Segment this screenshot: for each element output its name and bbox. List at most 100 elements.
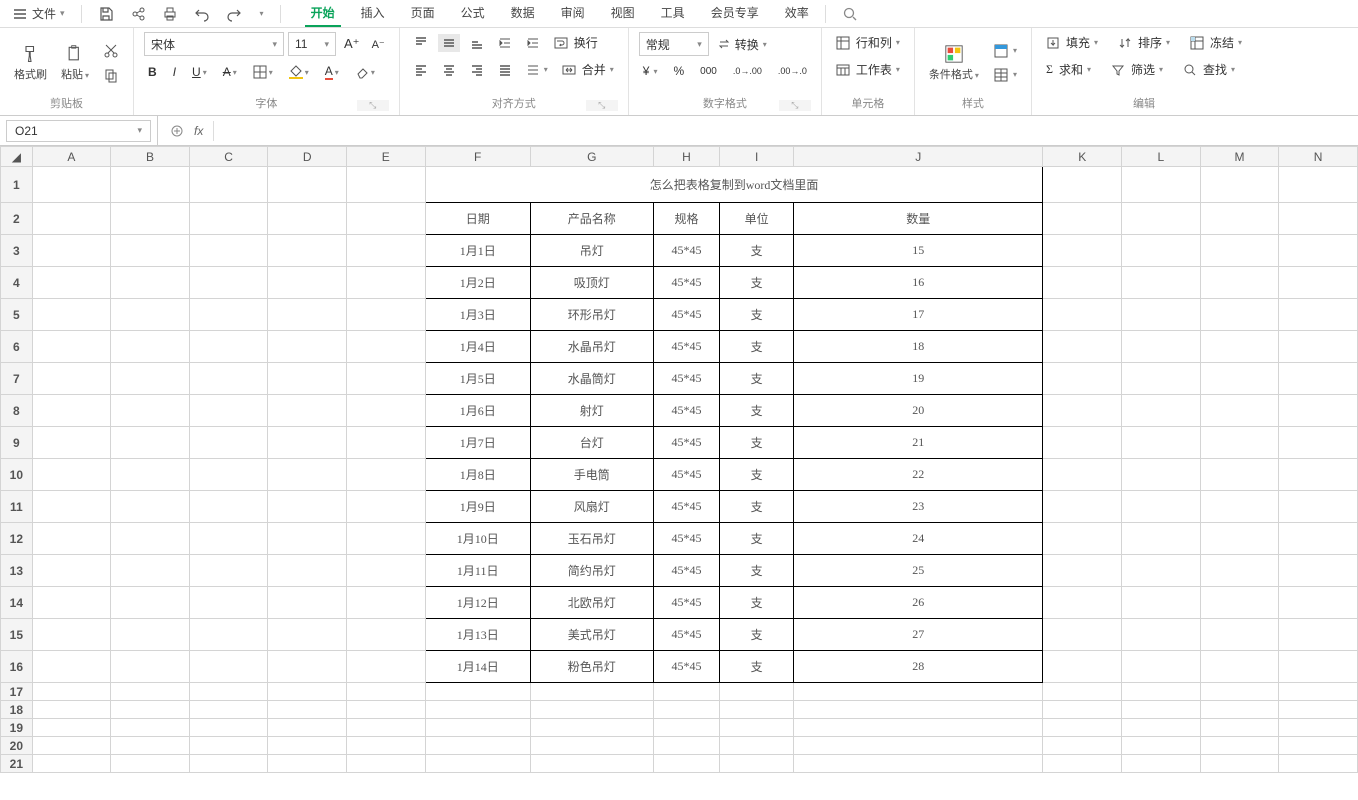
data-cell[interactable]: 支: [720, 651, 794, 683]
empty-cell[interactable]: [32, 523, 111, 555]
search-button[interactable]: [836, 3, 864, 25]
data-cell[interactable]: 19: [794, 363, 1043, 395]
empty-cell[interactable]: [1200, 683, 1279, 701]
empty-cell[interactable]: [111, 267, 190, 299]
row-header[interactable]: 9: [1, 427, 33, 459]
data-cell[interactable]: 手电筒: [530, 459, 653, 491]
empty-cell[interactable]: [189, 203, 268, 235]
data-cell[interactable]: 45*45: [653, 363, 719, 395]
row-header[interactable]: 1: [1, 167, 33, 203]
align-center-button[interactable]: [438, 61, 460, 79]
empty-cell[interactable]: [346, 395, 425, 427]
row-header[interactable]: 15: [1, 619, 33, 651]
empty-cell[interactable]: [1200, 203, 1279, 235]
expand-fx-icon[interactable]: [170, 124, 184, 138]
dec-decimal-button[interactable]: .00→.0: [774, 64, 811, 78]
empty-cell[interactable]: [32, 619, 111, 651]
empty-cell[interactable]: [189, 363, 268, 395]
empty-cell[interactable]: [1122, 719, 1201, 737]
col-header[interactable]: H: [653, 147, 719, 167]
align-right-button[interactable]: [466, 61, 488, 79]
empty-cell[interactable]: [653, 755, 719, 773]
empty-cell[interactable]: [1122, 235, 1201, 267]
underline-button[interactable]: U▾: [188, 63, 211, 81]
number-format-select[interactable]: 常规▾: [639, 32, 709, 56]
italic-button[interactable]: I: [169, 63, 180, 81]
data-cell[interactable]: 45*45: [653, 459, 719, 491]
empty-cell[interactable]: [1279, 299, 1358, 331]
col-header[interactable]: D: [268, 147, 347, 167]
empty-cell[interactable]: [425, 737, 530, 755]
empty-cell[interactable]: [1200, 755, 1279, 773]
empty-cell[interactable]: [1200, 523, 1279, 555]
col-header[interactable]: L: [1122, 147, 1201, 167]
empty-cell[interactable]: [1043, 651, 1122, 683]
row-header[interactable]: 11: [1, 491, 33, 523]
formula-input[interactable]: [213, 121, 1346, 141]
empty-cell[interactable]: [32, 267, 111, 299]
empty-cell[interactable]: [1279, 331, 1358, 363]
data-cell[interactable]: 1月12日: [425, 587, 530, 619]
empty-cell[interactable]: [1122, 701, 1201, 719]
row-header[interactable]: 7: [1, 363, 33, 395]
empty-cell[interactable]: [1122, 619, 1201, 651]
empty-cell[interactable]: [268, 427, 347, 459]
empty-cell[interactable]: [1122, 363, 1201, 395]
empty-cell[interactable]: [530, 737, 653, 755]
row-header[interactable]: 4: [1, 267, 33, 299]
header-cell[interactable]: 数量: [794, 203, 1043, 235]
empty-cell[interactable]: [794, 683, 1043, 701]
convert-button[interactable]: 转换: [713, 34, 771, 55]
col-header[interactable]: E: [346, 147, 425, 167]
empty-cell[interactable]: [653, 683, 719, 701]
col-header[interactable]: B: [111, 147, 190, 167]
empty-cell[interactable]: [189, 555, 268, 587]
empty-cell[interactable]: [1122, 587, 1201, 619]
empty-cell[interactable]: [111, 523, 190, 555]
data-cell[interactable]: 支: [720, 395, 794, 427]
empty-cell[interactable]: [111, 619, 190, 651]
data-cell[interactable]: 45*45: [653, 331, 719, 363]
empty-cell[interactable]: [346, 683, 425, 701]
empty-cell[interactable]: [530, 719, 653, 737]
empty-cell[interactable]: [1200, 491, 1279, 523]
empty-cell[interactable]: [1279, 491, 1358, 523]
empty-cell[interactable]: [720, 701, 794, 719]
empty-cell[interactable]: [268, 299, 347, 331]
empty-cell[interactable]: [720, 719, 794, 737]
empty-cell[interactable]: [32, 459, 111, 491]
row-header[interactable]: 18: [1, 701, 33, 719]
data-cell[interactable]: 25: [794, 555, 1043, 587]
empty-cell[interactable]: [653, 737, 719, 755]
copy-button[interactable]: [99, 65, 123, 85]
font-size-select[interactable]: 11▾: [288, 32, 336, 56]
empty-cell[interactable]: [111, 719, 190, 737]
empty-cell[interactable]: [268, 235, 347, 267]
tab-view[interactable]: 视图: [605, 0, 641, 27]
empty-cell[interactable]: [32, 555, 111, 587]
empty-cell[interactable]: [268, 701, 347, 719]
row-header[interactable]: 16: [1, 651, 33, 683]
empty-cell[interactable]: [111, 683, 190, 701]
col-header[interactable]: A: [32, 147, 111, 167]
currency-button[interactable]: ¥: [639, 62, 662, 80]
empty-cell[interactable]: [32, 167, 111, 203]
empty-cell[interactable]: [111, 331, 190, 363]
find-button[interactable]: 查找: [1179, 59, 1239, 80]
empty-cell[interactable]: [1279, 755, 1358, 773]
empty-cell[interactable]: [530, 755, 653, 773]
data-cell[interactable]: 支: [720, 363, 794, 395]
empty-cell[interactable]: [1200, 331, 1279, 363]
data-cell[interactable]: 1月4日: [425, 331, 530, 363]
col-header[interactable]: I: [720, 147, 794, 167]
empty-cell[interactable]: [1122, 427, 1201, 459]
header-cell[interactable]: 单位: [720, 203, 794, 235]
data-cell[interactable]: 简约吊灯: [530, 555, 653, 587]
tab-review[interactable]: 审阅: [555, 0, 591, 27]
header-cell[interactable]: 日期: [425, 203, 530, 235]
empty-cell[interactable]: [1279, 523, 1358, 555]
percent-button[interactable]: %: [669, 62, 688, 80]
align-left-button[interactable]: [410, 61, 432, 79]
empty-cell[interactable]: [1200, 395, 1279, 427]
empty-cell[interactable]: [1122, 491, 1201, 523]
